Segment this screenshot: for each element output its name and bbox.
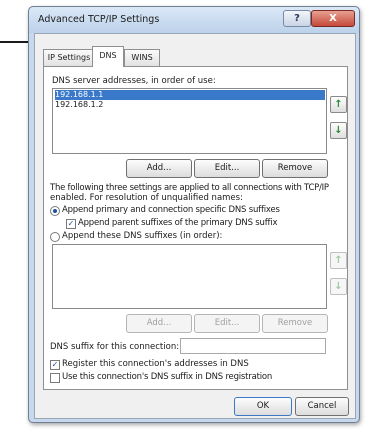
info-text-line2: enabled. For resolution of unqualified n… bbox=[50, 193, 243, 203]
remove-suffix-button[interactable]: Remove bbox=[262, 314, 328, 333]
help-button[interactable]: ? bbox=[283, 10, 311, 27]
ok-button[interactable]: OK bbox=[234, 397, 292, 416]
arrow-down-icon: ↓ bbox=[334, 125, 343, 136]
checkbox-use-suffix[interactable] bbox=[50, 373, 60, 383]
radio-append-these-label: Append these DNS suffixes (in order): bbox=[62, 231, 223, 241]
title-bar: Advanced TCP/IP Settings ? X bbox=[29, 7, 359, 33]
dialog-title: Advanced TCP/IP Settings bbox=[38, 14, 160, 25]
dns-tab-panel: DNS server addresses, in order of use: 1… bbox=[43, 66, 348, 390]
info-text-line1: The following three settings are applied… bbox=[50, 183, 329, 193]
checkbox-append-parent-label: Append parent suffixes of the primary DN… bbox=[78, 218, 278, 228]
remove-dns-button[interactable]: Remove bbox=[262, 159, 328, 178]
connection-suffix-input[interactable] bbox=[180, 338, 326, 354]
checkbox-register[interactable]: ✓ bbox=[50, 360, 60, 370]
suffix-move-up-button[interactable]: ↑ bbox=[330, 252, 347, 269]
edit-dns-button[interactable]: Edit... bbox=[194, 159, 260, 178]
edit-suffix-button[interactable]: Edit... bbox=[194, 314, 260, 333]
add-dns-button[interactable]: Add... bbox=[126, 159, 192, 178]
advanced-tcpip-dialog: Advanced TCP/IP Settings ? X IP Settings… bbox=[28, 6, 360, 423]
list-item[interactable]: 192.168.1.1 bbox=[55, 90, 325, 100]
checkbox-append-parent[interactable]: ✓ bbox=[66, 219, 76, 229]
tab-wins[interactable]: WINS bbox=[124, 49, 160, 66]
dns-servers-list[interactable]: 192.168.1.1 192.168.1.2 bbox=[52, 88, 327, 154]
tab-dns[interactable]: DNS bbox=[92, 46, 124, 67]
close-icon: X bbox=[329, 13, 337, 24]
radio-append-primary[interactable] bbox=[50, 206, 60, 216]
dialog-body: IP Settings DNS WINS DNS server addresse… bbox=[34, 33, 356, 419]
cancel-button[interactable]: Cancel bbox=[295, 397, 349, 416]
add-suffix-button[interactable]: Add... bbox=[126, 314, 192, 333]
move-down-button[interactable]: ↓ bbox=[330, 122, 347, 139]
close-button[interactable]: X bbox=[311, 10, 355, 27]
checkbox-register-label: Register this connection's addresses in … bbox=[62, 359, 249, 369]
radio-append-primary-label: Append primary and connection specific D… bbox=[62, 205, 280, 215]
checkbox-use-suffix-label: Use this connection's DNS suffix in DNS … bbox=[62, 372, 273, 382]
dns-suffix-list[interactable] bbox=[52, 244, 327, 309]
move-up-button[interactable]: ↑ bbox=[330, 96, 347, 113]
help-icon: ? bbox=[294, 13, 300, 24]
radio-append-these[interactable] bbox=[50, 232, 60, 242]
list-item[interactable]: 192.168.1.2 bbox=[55, 100, 325, 110]
arrow-up-icon: ↑ bbox=[334, 255, 343, 266]
arrow-down-icon: ↓ bbox=[334, 281, 343, 292]
dns-servers-label: DNS server addresses, in order of use: bbox=[52, 76, 216, 86]
tab-ip-settings[interactable]: IP Settings bbox=[43, 49, 95, 66]
arrow-up-icon: ↑ bbox=[334, 99, 343, 110]
suffix-move-down-button[interactable]: ↓ bbox=[330, 278, 347, 295]
connection-suffix-label: DNS suffix for this connection: bbox=[50, 342, 180, 352]
